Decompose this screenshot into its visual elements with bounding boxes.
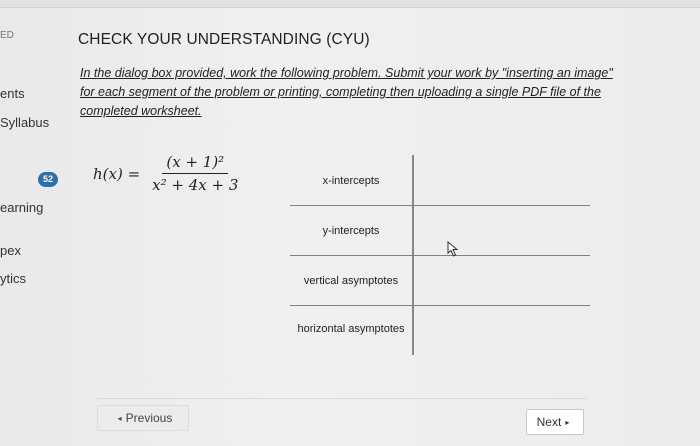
sidebar-item-learning[interactable]: earning [0,200,43,215]
row-label-horizontal-asymptotes: horizontal asymptotes [297,323,405,335]
formula-lhs: h(x) = [93,164,141,183]
previous-button[interactable]: ◂ Previous [97,405,189,431]
row-label-x-intercepts: x-intercepts [322,175,380,187]
navigation-divider [97,398,587,399]
table-row-divider [290,255,590,256]
next-button-label: Next [536,415,562,429]
notification-badge: 52 [38,172,58,187]
caret-left-icon: ◂ [117,413,122,423]
table-row-divider [290,305,590,306]
mouse-pointer-icon [447,241,459,257]
formula-numerator: (x + 1)² [162,153,229,174]
next-button[interactable]: Next ▸ [526,409,584,435]
previous-button-label: Previous [125,411,173,425]
row-label-y-intercepts: y-intercepts [322,225,380,237]
instructions-text: In the dialog box provided, work the fol… [80,66,613,118]
caret-right-icon: ▸ [565,417,570,427]
table-row-divider [290,205,590,206]
sidebar-item-contents[interactable]: ents [0,86,25,101]
top-divider [0,0,700,8]
sidebar-top-label: ED [0,30,14,41]
row-label-vertical-asymptotes: vertical asymptotes [303,275,399,287]
function-formula: h(x) = (x + 1)² x² + 4x + 3 [93,153,238,194]
sidebar-item-syllabus[interactable]: Syllabus [0,115,49,130]
formula-fraction: (x + 1)² x² + 4x + 3 [152,153,238,194]
sidebar-item-pex[interactable]: pex [0,243,21,258]
worksheet-table: x-intercepts y-intercepts vertical asymp… [290,155,590,355]
sidebar-item-analytics[interactable]: ytics [0,271,26,286]
page-title: CHECK YOUR UNDERSTANDING (CYU) [78,31,370,48]
course-sidebar: ED ents Syllabus earning pex ytics [0,8,58,446]
formula-denominator: x² + 4x + 3 [152,176,239,194]
